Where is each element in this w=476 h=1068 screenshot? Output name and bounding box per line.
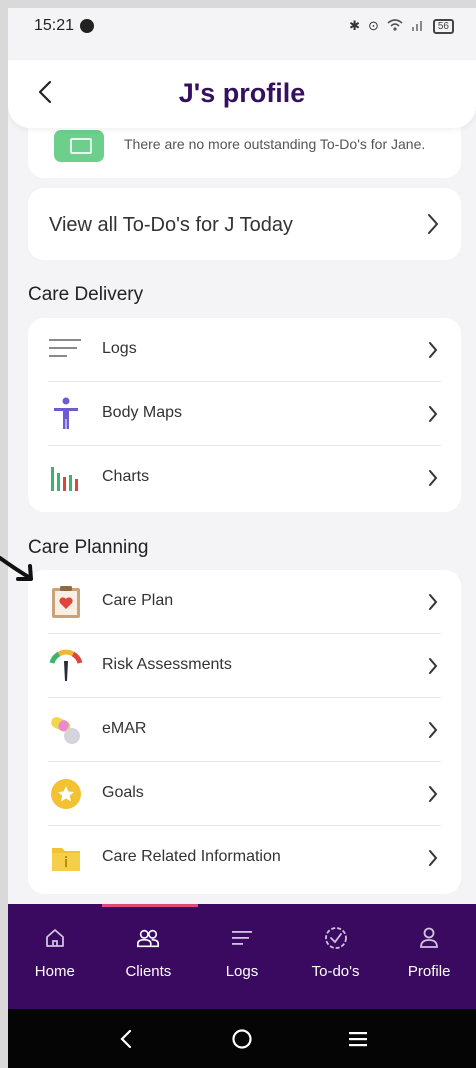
- care-planning-heading: Care Planning: [28, 537, 149, 558]
- chevron-right-icon: [423, 718, 443, 742]
- notice-text: There are no more outstanding To-Do's fo…: [124, 136, 426, 152]
- tab-label: Logs: [225, 963, 259, 980]
- status-right: ✱ ⊙ 56: [349, 18, 454, 35]
- status-left: 15:21: [34, 17, 95, 35]
- list-item-care-related-information[interactable]: Care Related Information: [28, 826, 461, 890]
- system-back-button[interactable]: [111, 1024, 141, 1054]
- care-planning-list: Care Plan Risk Assessments eMAR Goals Ca…: [28, 570, 461, 894]
- care-delivery-list: Logs Body Maps Charts: [28, 318, 461, 512]
- chevron-right-icon: [423, 654, 443, 678]
- list-item-label: Care Plan: [102, 592, 174, 609]
- tab-label: To-do's: [311, 963, 360, 980]
- system-home-icon: [232, 1028, 252, 1049]
- message-notification-icon: [80, 19, 95, 33]
- view-all-todos-button[interactable]: View all To-Do's for J Today: [28, 188, 461, 260]
- clients-icon: [136, 926, 160, 950]
- tab-home[interactable]: Home: [8, 904, 102, 1009]
- chevron-right-icon: [423, 846, 443, 870]
- list-item-label: Logs: [102, 340, 137, 357]
- list-item-label: Risk Assessments: [102, 656, 232, 673]
- folder-info-icon: [48, 841, 84, 875]
- system-home-button[interactable]: [227, 1024, 257, 1054]
- bottom-navigation: Home Clients Logs To-do's Profile: [8, 904, 476, 1009]
- phone-screen: 15:21 ✱ ⊙ 56 There are no more outstandi…: [8, 8, 476, 1068]
- system-navigation-bar: [8, 1009, 476, 1068]
- signal-icon: [411, 18, 425, 35]
- system-back-icon: [120, 1029, 132, 1048]
- tab-logs[interactable]: Logs: [195, 904, 289, 1009]
- chevron-right-icon: [423, 338, 443, 362]
- home-icon: [43, 926, 67, 950]
- status-time: 15:21: [34, 17, 75, 34]
- list-item-goals[interactable]: Goals: [28, 762, 461, 826]
- list-item-label: eMAR: [102, 720, 147, 737]
- bar-chart-icon: [48, 461, 84, 495]
- vibrate-icon: ⊙: [367, 18, 379, 33]
- list-item-charts[interactable]: Charts: [28, 446, 461, 510]
- profile-icon: [417, 926, 441, 950]
- tab-label: Home: [34, 963, 75, 980]
- app-header: J's profile: [8, 60, 476, 128]
- chevron-right-icon: [423, 212, 443, 236]
- list-item-care-plan[interactable]: Care Plan: [28, 570, 461, 634]
- list-item-logs[interactable]: Logs: [28, 318, 461, 382]
- pills-icon: [48, 713, 84, 747]
- gauge-icon: [48, 649, 84, 683]
- tab-profile[interactable]: Profile: [382, 904, 476, 1009]
- list-item-body-maps[interactable]: Body Maps: [28, 382, 461, 446]
- star-badge-icon: [48, 777, 84, 811]
- list-item-label: Care Related Information: [102, 848, 281, 865]
- annotation-arrow-icon: [0, 556, 33, 581]
- chevron-right-icon: [423, 590, 443, 614]
- list-item-label: Charts: [102, 468, 150, 485]
- battery-icon: 56: [432, 18, 454, 34]
- todo-empty-icon: [54, 130, 104, 162]
- view-all-todos-label: View all To-Do's for J Today: [49, 214, 293, 236]
- tab-todos[interactable]: To-do's: [289, 904, 383, 1009]
- chevron-right-icon: [423, 782, 443, 806]
- system-menu-icon: [349, 1031, 367, 1046]
- logs-icon: [230, 926, 254, 950]
- clipboard-heart-icon: [48, 585, 84, 619]
- list-item-label: Body Maps: [102, 404, 183, 421]
- chevron-right-icon: [423, 466, 443, 490]
- list-item-risk-assessments[interactable]: Risk Assessments: [28, 634, 461, 698]
- status-bar: 15:21 ✱ ⊙ 56: [8, 8, 476, 44]
- chevron-right-icon: [423, 402, 443, 426]
- tab-label: Clients: [125, 963, 172, 980]
- todo-check-icon: [324, 926, 348, 950]
- active-tab-indicator: [102, 904, 198, 907]
- body-figure-icon: [48, 397, 84, 431]
- bluetooth-icon: ✱: [349, 18, 360, 33]
- list-item-emar[interactable]: eMAR: [28, 698, 461, 762]
- care-delivery-heading: Care Delivery: [28, 284, 144, 305]
- wifi-icon: [387, 18, 403, 35]
- tab-clients[interactable]: Clients: [102, 904, 196, 1009]
- page-title: J's profile: [178, 78, 306, 108]
- list-item-label: Goals: [102, 784, 144, 801]
- tab-label: Profile: [407, 963, 451, 980]
- lines-icon: [48, 333, 84, 367]
- system-menu-button[interactable]: [343, 1024, 373, 1054]
